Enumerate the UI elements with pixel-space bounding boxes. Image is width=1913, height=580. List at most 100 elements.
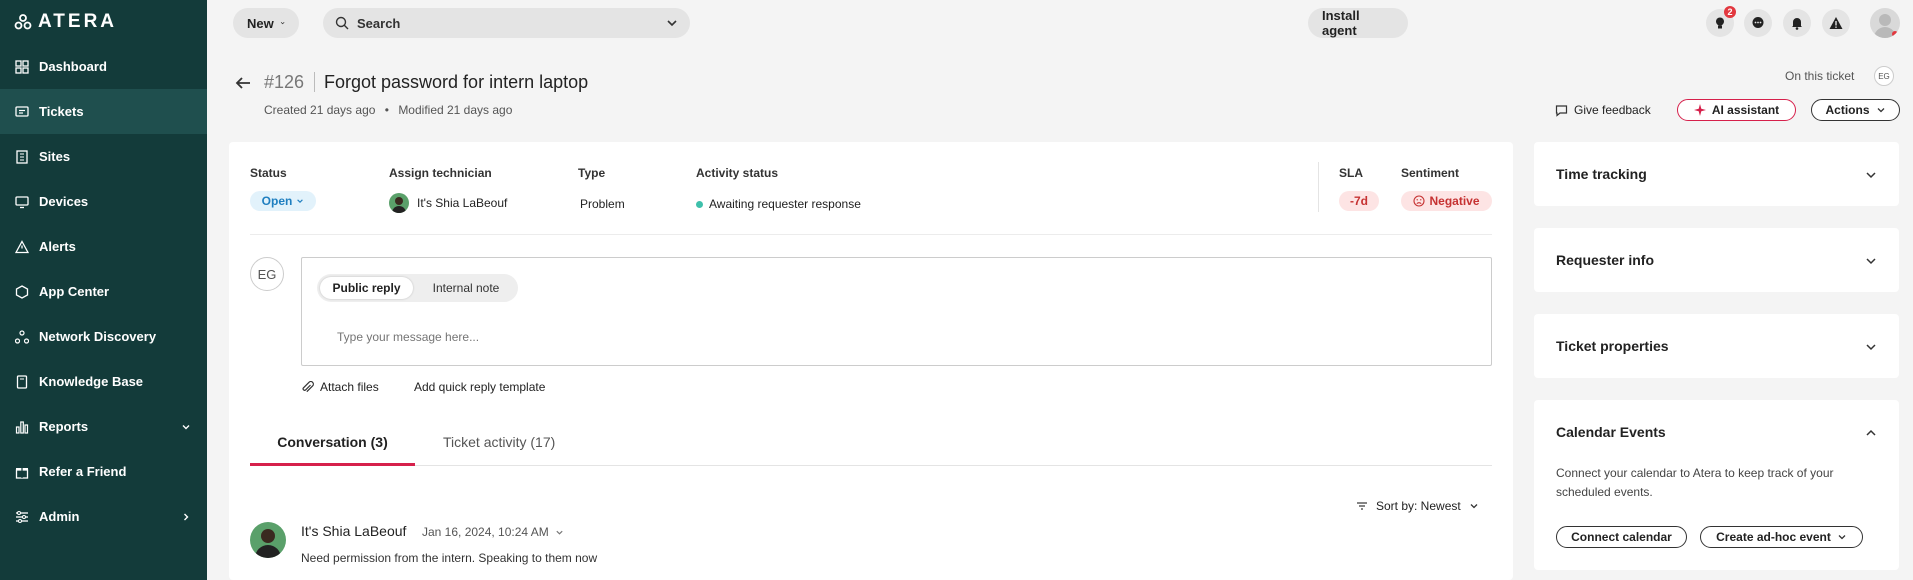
give-feedback-button[interactable]: Give feedback <box>1555 103 1651 117</box>
tab-conversation[interactable]: Conversation (3) <box>250 434 415 450</box>
search-icon <box>335 16 349 30</box>
chevron-down-icon[interactable] <box>181 422 191 432</box>
search-placeholder: Search <box>357 15 401 31</box>
reply-editor[interactable]: Public reply Internal note <box>301 257 1492 366</box>
ai-assistant-button[interactable]: AI assistant <box>1677 99 1796 121</box>
requester-info-panel[interactable]: Requester info <box>1534 228 1899 292</box>
conversation-tabs: Conversation (3) Ticket activity (17) <box>250 424 1492 466</box>
back-arrow-icon[interactable] <box>234 74 252 92</box>
atera-logo-icon <box>14 14 32 30</box>
chevron-down-icon[interactable] <box>1865 169 1877 181</box>
attach-files-button[interactable]: Attach files <box>301 380 379 394</box>
ticket-properties-panel[interactable]: Ticket properties <box>1534 314 1899 378</box>
meta-separator: • <box>384 103 389 117</box>
connect-calendar-button[interactable]: Connect calendar <box>1556 526 1687 548</box>
on-this-ticket-label: On this ticket <box>1785 69 1855 83</box>
chevron-down-icon[interactable] <box>1865 255 1877 267</box>
time-tracking-panel[interactable]: Time tracking <box>1534 142 1899 206</box>
chevron-down-icon[interactable] <box>555 528 564 537</box>
chevron-right-icon[interactable] <box>181 512 191 522</box>
technician-selector[interactable]: It's Shia LaBeouf <box>389 193 507 213</box>
sidebar-item-label: Admin <box>39 509 80 524</box>
tab-public-reply[interactable]: Public reply <box>320 277 413 299</box>
type-selector[interactable]: Problem <box>580 197 625 211</box>
technician-name: It's Shia LaBeouf <box>417 196 508 210</box>
sentiment-value: Negative <box>1429 194 1480 208</box>
attach-files-label: Attach files <box>320 380 379 394</box>
create-ad-hoc-event-button[interactable]: Create ad-hoc event <box>1700 526 1863 548</box>
sidebar-item-tickets[interactable]: Tickets <box>0 89 207 134</box>
message-date: Jan 16, 2024, 10:24 AM <box>422 525 564 539</box>
search-input[interactable]: Search <box>323 8 690 38</box>
logo[interactable]: ATERA <box>0 0 207 44</box>
install-agent-button[interactable]: Install agent <box>1308 8 1408 38</box>
sidebar-item-label: Sites <box>39 149 71 164</box>
sidebar-item-label: App Center <box>39 284 110 299</box>
viewer-avatar[interactable]: EG <box>1874 66 1894 86</box>
sidebar-item-refer-a-friend[interactable]: Refer a Friend <box>0 449 207 494</box>
chat-icon <box>1752 17 1764 28</box>
book-icon <box>14 374 30 390</box>
user-avatar[interactable] <box>1870 8 1900 38</box>
status-value: Open <box>261 194 293 208</box>
sidebar-item-dashboard[interactable]: Dashboard <box>0 44 207 89</box>
filter-icon <box>1357 502 1367 510</box>
chevron-down-icon[interactable] <box>1865 341 1877 353</box>
alerts-button[interactable] <box>1822 9 1850 37</box>
title-divider <box>314 72 315 92</box>
sla-label: SLA <box>1339 166 1363 180</box>
user-avatar-icon <box>1874 14 1898 38</box>
sidebar-item-knowledge-base[interactable]: Knowledge Base <box>0 359 207 404</box>
chat-button[interactable] <box>1744 9 1772 37</box>
sidebar-item-sites[interactable]: Sites <box>0 134 207 179</box>
sentiment-label: Sentiment <box>1401 166 1460 180</box>
sla-badge: -7d <box>1339 191 1379 211</box>
gift-icon <box>14 464 30 480</box>
paperclip-icon <box>302 380 314 392</box>
page-title: Forgot password for intern laptop <box>324 72 589 92</box>
sort-label: Sort by: Newest <box>1376 499 1461 513</box>
ai-assistant-label: AI assistant <box>1711 103 1780 117</box>
alert-icon <box>14 239 30 255</box>
lightbulb-icon <box>1716 17 1724 29</box>
activity-status-label: Activity status <box>696 166 779 180</box>
ticket-properties-title: Ticket properties <box>1556 338 1669 354</box>
sentiment-badge: Negative <box>1401 191 1492 211</box>
chevron-up-icon[interactable] <box>1865 427 1877 439</box>
sidebar-item-devices[interactable]: Devices <box>0 179 207 224</box>
sidebar-item-admin[interactable]: Admin <box>0 494 207 539</box>
activity-status-selector[interactable]: Awaiting requester response <box>696 197 861 211</box>
top-bar: New Search Install agent 2 <box>207 0 1913 44</box>
chevron-down-icon[interactable] <box>666 17 678 29</box>
sidebar-item-label: Refer a Friend <box>39 464 127 479</box>
sidebar-item-alerts[interactable]: Alerts <box>0 224 207 269</box>
sidebar-item-reports[interactable]: Reports <box>0 404 207 449</box>
time-tracking-title: Time tracking <box>1556 166 1647 182</box>
reply-mode-tabs: Public reply Internal note <box>317 274 518 302</box>
message-author-avatar <box>250 522 286 558</box>
sidebar-item-app-center[interactable]: App Center <box>0 269 207 314</box>
actions-button[interactable]: Actions <box>1811 99 1900 121</box>
status-dropdown[interactable]: Open <box>250 191 316 211</box>
give-feedback-label: Give feedback <box>1574 103 1651 117</box>
ticket-icon <box>14 104 30 120</box>
lightbulb-button[interactable]: 2 <box>1706 6 1736 37</box>
quick-reply-template-button[interactable]: Add quick reply template <box>414 380 545 394</box>
building-icon <box>14 149 30 165</box>
actions-label: Actions <box>1825 103 1870 117</box>
message-date-text: Jan 16, 2024, 10:24 AM <box>422 525 549 539</box>
tab-internal-note[interactable]: Internal note <box>427 277 505 299</box>
sidebar-item-label: Alerts <box>39 239 76 254</box>
sad-face-icon <box>1413 195 1426 207</box>
new-button[interactable]: New <box>233 8 299 38</box>
ticket-meta: Created 21 days ago • Modified 21 days a… <box>264 103 512 117</box>
monitor-icon <box>14 194 30 210</box>
sidebar-item-network-discovery[interactable]: Network Discovery <box>0 314 207 359</box>
message-input[interactable] <box>337 330 1437 344</box>
sort-dropdown[interactable]: Sort by: Newest <box>1356 499 1479 513</box>
tab-ticket-activity[interactable]: Ticket activity (17) <box>443 434 555 450</box>
status-label: Status <box>250 166 287 180</box>
notifications-button[interactable] <box>1783 9 1811 37</box>
sidebar-item-label: Knowledge Base <box>39 374 144 389</box>
requester-info-title: Requester info <box>1556 252 1655 268</box>
